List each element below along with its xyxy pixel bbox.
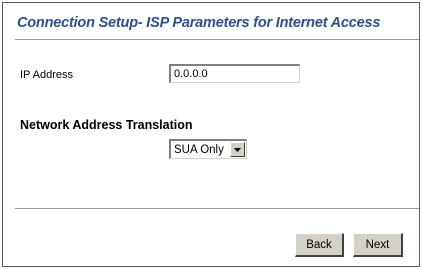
next-button[interactable]: Next [353,233,403,257]
nat-label: Network Address Translation [20,118,193,132]
back-button[interactable]: Back [295,233,344,257]
chevron-down-icon[interactable] [230,142,245,157]
setup-panel: Connection Setup- ISP Parameters for Int… [2,2,420,267]
nat-select[interactable]: SUA Only [169,139,247,159]
ip-address-input[interactable] [169,64,300,83]
ip-address-label: IP Address [20,69,73,81]
footer-divider [15,208,419,209]
page-title: Connection Setup- ISP Parameters for Int… [17,15,381,31]
chevron-down-icon-glyph [234,147,241,152]
title-divider [15,39,419,40]
nat-select-value: SUA Only [174,143,224,156]
